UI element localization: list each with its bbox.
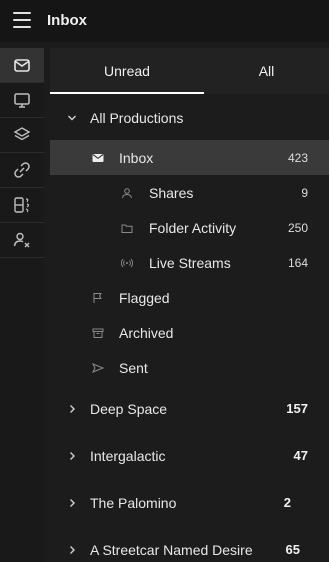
unread-count: 9 [301, 185, 308, 200]
user-remove-icon [13, 232, 30, 248]
tree-item-label: Shares [149, 184, 194, 201]
unread-count: 164 [287, 255, 308, 270]
tree-item-shares[interactable]: Shares 9 [50, 175, 329, 210]
user-icon [122, 187, 132, 198]
mail-icon [14, 59, 30, 72]
broadcast-icon [121, 258, 133, 267]
tree-item-flagged[interactable]: Flagged [50, 280, 329, 315]
unread-count: 47 [293, 448, 308, 463]
top-bar: Inbox [0, 0, 329, 42]
unread-count: 2 [283, 495, 291, 510]
tree-item-label: The Palomino [90, 494, 177, 511]
tree-item-label: Live Streams [149, 254, 231, 271]
tree-item-production[interactable]: The Palomino 2 [50, 485, 329, 520]
link-icon [14, 162, 30, 178]
tree-item-all-productions[interactable]: All Productions [50, 100, 329, 135]
tree-item-inbox[interactable]: Inbox 423 [50, 140, 329, 175]
tree-item-label: Sent [119, 359, 148, 376]
unread-count: 157 [286, 401, 308, 416]
tree-item-folder-activity[interactable]: Folder Activity 250 [50, 210, 329, 245]
rail-item-link[interactable] [0, 153, 44, 188]
left-rail [0, 48, 44, 562]
page-title: Inbox [47, 12, 87, 29]
tree-item-label: All Productions [90, 109, 184, 126]
rail-item-mail[interactable] [0, 48, 44, 83]
inbox-panel: Unread All All Productions Inbox 423 Sha… [50, 48, 329, 562]
chevron-down-icon [68, 115, 76, 120]
layers-icon [13, 127, 31, 141]
chevron-right-icon [70, 451, 75, 460]
tab-bar: Unread All [50, 48, 329, 94]
unread-count: 65 [285, 542, 300, 557]
unread-count: 423 [287, 150, 308, 165]
archive-icon [92, 328, 104, 338]
tree-item-label: Archived [119, 324, 174, 341]
folder-icon [121, 224, 133, 233]
rail-item-storage[interactable] [0, 188, 44, 223]
chevron-right-icon [70, 404, 75, 413]
tree-item-production[interactable]: Intergalactic 47 [50, 438, 329, 473]
monitor-icon [14, 93, 30, 108]
rail-item-layers[interactable] [0, 118, 44, 153]
chevron-right-icon [70, 498, 75, 507]
tree-item-label: Folder Activity [149, 219, 237, 236]
flag-icon [93, 292, 102, 303]
mail-icon [92, 153, 104, 162]
tree-item-archived[interactable]: Archived [50, 315, 329, 350]
active-tab-indicator [50, 92, 204, 94]
tree-item-production[interactable]: Deep Space 157 [50, 391, 329, 426]
tab-all[interactable]: All [204, 48, 329, 94]
unread-count: 250 [287, 220, 308, 235]
tree-item-label: Intergalactic [90, 447, 166, 464]
tree-item-label: Flagged [119, 289, 170, 306]
rail-item-monitor[interactable] [0, 83, 44, 118]
chevron-right-icon [70, 545, 75, 554]
hamburger-menu-icon[interactable] [13, 12, 31, 28]
tree-item-label: Deep Space [90, 400, 168, 417]
rail-item-user-remove[interactable] [0, 223, 44, 258]
tree-item-live-streams[interactable]: Live Streams 164 [50, 245, 329, 280]
tab-unread[interactable]: Unread [50, 48, 204, 94]
tree-item-label: A Streetcar Named Desire [90, 541, 253, 558]
send-icon [92, 362, 104, 373]
tree-item-sent[interactable]: Sent [50, 350, 329, 385]
storage-icon [14, 197, 30, 213]
tree-item-production[interactable]: A Streetcar Named Desire 65 [50, 532, 329, 562]
tree-item-label: Inbox [119, 149, 154, 166]
